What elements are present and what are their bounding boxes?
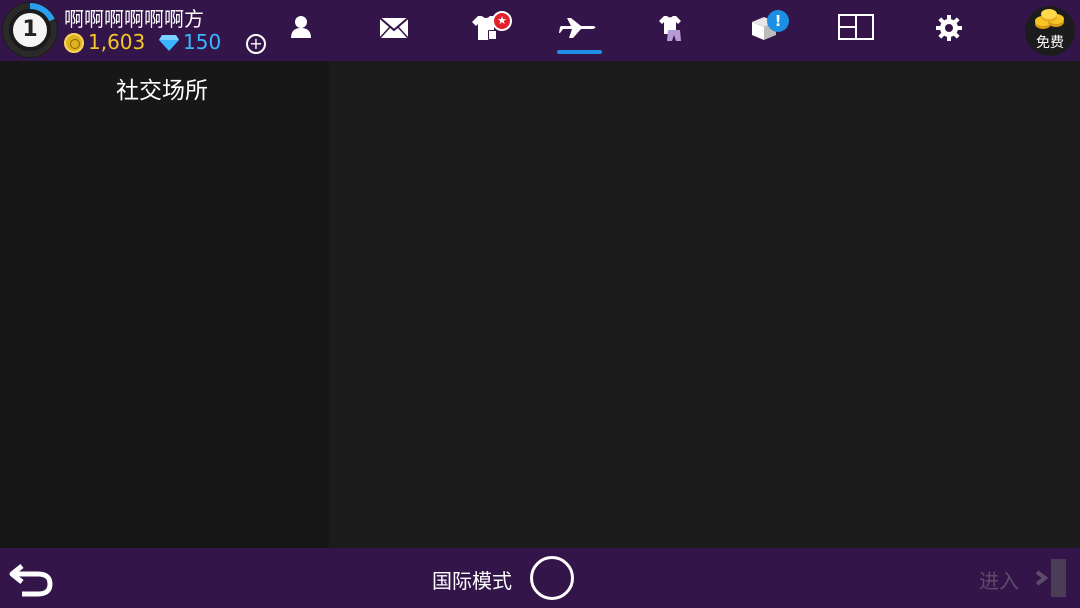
nav-wardrobe-button[interactable]: [651, 14, 691, 50]
mode-label: 国际模式: [432, 569, 512, 593]
alert-badge-icon: !: [767, 10, 789, 32]
add-currency-button[interactable]: +: [246, 34, 266, 54]
bottom-bar: 国际模式 进入: [0, 548, 1080, 608]
nav-mail-button[interactable]: [374, 14, 414, 50]
content-panel: [329, 61, 1080, 548]
enter-door-icon: [1035, 559, 1066, 597]
player-name: 啊啊啊啊啊啊方: [64, 7, 204, 31]
free-coins-button[interactable]: 免费: [1025, 6, 1075, 56]
person-icon: [291, 16, 311, 38]
nav-travel-button[interactable]: [559, 14, 599, 50]
layout-icon: [838, 14, 874, 40]
coin-stack-icon: [1035, 9, 1064, 29]
outfit-icon: [659, 16, 681, 41]
active-tab-indicator: [557, 50, 602, 54]
enter-button[interactable]: [1033, 558, 1069, 602]
diamond-icon: [159, 35, 179, 51]
gear-icon: [936, 15, 962, 41]
nav-layout-button[interactable]: [836, 14, 876, 50]
nav-settings-button[interactable]: [929, 14, 969, 50]
level-indicator[interactable]: 1: [2, 2, 58, 58]
sidebar-title: 社交场所: [116, 78, 208, 104]
gem-count: 150: [183, 30, 222, 54]
top-bar: 1 啊啊啊啊啊啊方 1,603 150 + ★ ! 免费: [0, 0, 1080, 61]
back-arrow-icon: [9, 564, 53, 597]
coin-count: 1,603: [88, 30, 146, 54]
free-label: 免费: [1036, 35, 1064, 51]
level-number: 1: [13, 13, 47, 47]
back-button[interactable]: [8, 558, 56, 602]
nav-profile-button[interactable]: [281, 14, 321, 50]
coin-icon: [64, 33, 84, 53]
sidebar: 社交场所: [0, 61, 329, 548]
enter-label: 进入: [979, 569, 1019, 593]
mode-toggle[interactable]: [530, 556, 574, 600]
envelope-icon: [379, 17, 409, 39]
star-badge-icon: ★: [492, 11, 512, 31]
airplane-icon: [559, 18, 596, 38]
